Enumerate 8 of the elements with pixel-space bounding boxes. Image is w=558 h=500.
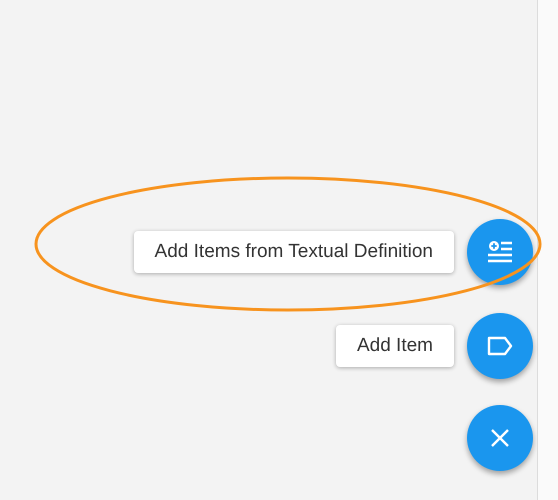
close-icon [490, 428, 510, 448]
close-button[interactable] [467, 405, 533, 471]
action-button[interactable] [467, 219, 533, 285]
action-button[interactable] [467, 313, 533, 379]
add-list-icon [486, 240, 514, 264]
action-label: Add Item [336, 325, 454, 367]
action-label: Add Items from Textual Definition [134, 231, 454, 273]
tag-icon [487, 336, 513, 356]
